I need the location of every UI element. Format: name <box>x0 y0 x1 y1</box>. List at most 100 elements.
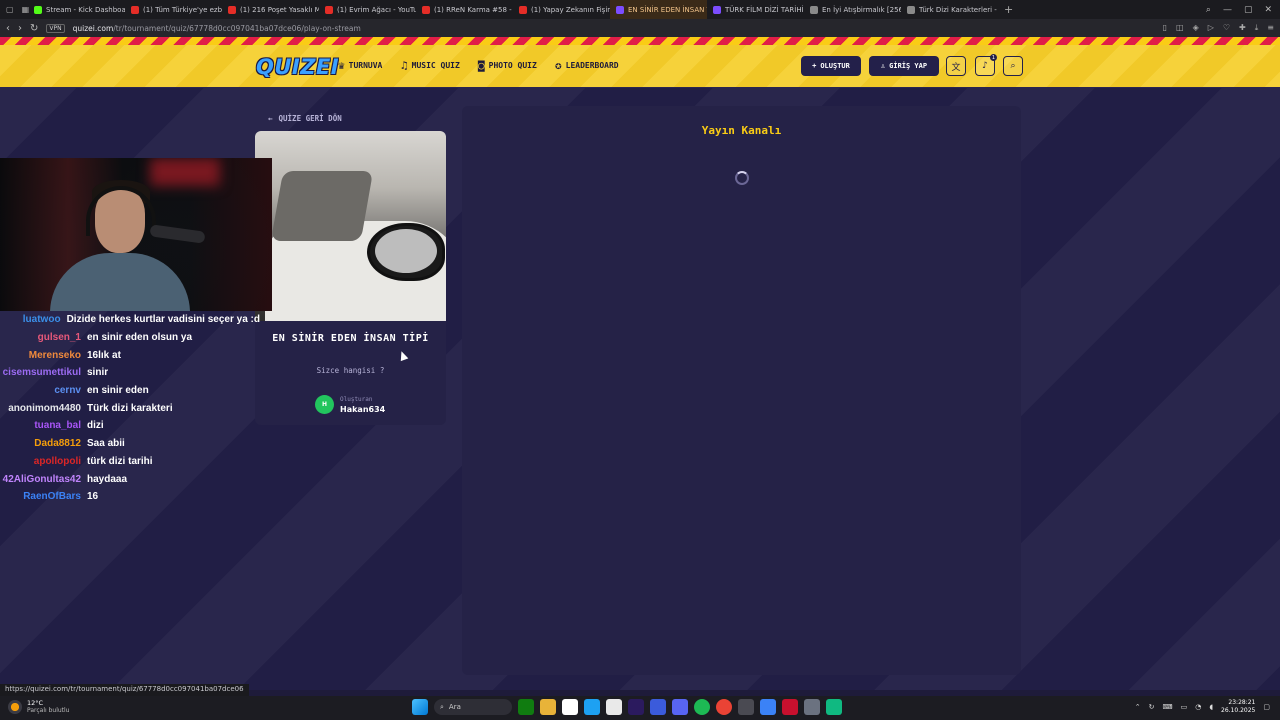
minimize-icon[interactable]: — <box>1223 5 1232 15</box>
spotify-icon[interactable] <box>694 699 710 715</box>
language-button[interactable]: 文 <box>946 56 966 76</box>
xbox-icon[interactable] <box>518 699 534 715</box>
browser-tab[interactable]: (1) Yapay Zekanın Fişini Ç <box>513 0 610 19</box>
creator-avatar: H <box>315 395 334 414</box>
trophy-icon: ♛ <box>338 59 345 72</box>
windows-start-icon[interactable] <box>412 699 428 715</box>
chat-message: apollopoli türk dizi tarihi <box>0 453 260 471</box>
panel-title: Yayın Kanalı <box>701 124 782 137</box>
tab-favicon-icon <box>422 5 430 14</box>
discord-icon[interactable] <box>672 699 688 715</box>
search-button[interactable]: ⌕ <box>1003 56 1023 76</box>
create-button[interactable]: + OLUŞTUR <box>801 56 861 76</box>
browser-tab[interactable]: Türk Dizi Karakterleri - Qu <box>901 0 998 19</box>
reload-icon[interactable]: ↻ <box>30 23 38 34</box>
edge-icon[interactable] <box>584 699 600 715</box>
status-link-preview: https://quizei.com/tr/tournament/quiz/67… <box>0 684 249 696</box>
calculator-icon[interactable] <box>760 699 776 715</box>
creator-label: Oluşturan <box>340 395 373 403</box>
new-tab-icon[interactable]: + <box>998 3 1019 16</box>
chevron-up-icon[interactable]: ⌃ <box>1135 703 1141 711</box>
tab-strip: Stream - Kick Dashboard (1) Tüm Türkiye'y… <box>28 0 998 19</box>
forward-arrow-icon[interactable]: › <box>18 23 22 34</box>
maximize-icon[interactable]: ▢ <box>1244 5 1253 15</box>
display-icon[interactable]: ▭ <box>1181 703 1188 711</box>
chat-text: türk dizi tarihi <box>87 455 153 467</box>
browser-tab[interactable]: (1) RReN Karma #58 - Yo <box>416 0 513 19</box>
nav-turnuva[interactable]: ♛ TURNUVA <box>338 59 382 72</box>
workspaces-icon[interactable]: ▢ <box>6 5 14 14</box>
opera-gx-icon[interactable] <box>782 699 798 715</box>
chat-username: luatwoo <box>22 314 61 326</box>
browser-tab[interactable]: (1) 216 Poşet Yasaklı Mad <box>222 0 319 19</box>
chat-username: apollopoli <box>33 455 81 467</box>
browser-tab[interactable]: (1) Evrim Ağacı - YouTube <box>319 0 416 19</box>
photos-icon[interactable] <box>606 699 622 715</box>
chat-message: RaenOfBars 16 <box>0 488 260 506</box>
taskbar-search[interactable]: ⌕ Ara <box>434 699 512 715</box>
nav-music-quiz[interactable]: ♫ MUSIC QUIZ <box>401 59 460 72</box>
back-to-quiz-link[interactable]: ← QUİZE GERİ DÖN <box>268 114 342 123</box>
chat-text: Türk dizi karakteri <box>87 402 173 414</box>
bell-icon: ♪ <box>982 61 988 71</box>
chrome-icon[interactable] <box>716 699 732 715</box>
browser-toolbar: ▯ ◫ ◈ ▷ ♡ ✚ ⤓ ≡ <box>1163 23 1274 33</box>
search-tabs-icon[interactable]: ⌕ <box>1206 5 1211 15</box>
obs-icon[interactable] <box>826 699 842 715</box>
notifications-button[interactable]: ♪ 1 <box>975 54 997 76</box>
browser-tab[interactable]: En İyi Atışbirmalık [256] - <box>804 0 901 19</box>
bookmark-icon[interactable]: ▯ <box>1163 23 1167 33</box>
site-logo[interactable]: QUIZEI <box>256 55 339 79</box>
premiere-icon[interactable] <box>628 699 644 715</box>
sync-icon[interactable]: ↻ <box>1149 703 1155 711</box>
browser-tab[interactable]: (1) Tüm Türkiye'ye ezber <box>125 0 222 19</box>
extensions-icon[interactable]: ✚ <box>1239 23 1246 33</box>
hazard-stripe <box>0 37 1280 45</box>
nav-photo-quiz[interactable]: ◙ PHOTO QUIZ <box>478 59 537 72</box>
tab-favicon-icon <box>325 5 333 14</box>
chat-message: 42AliGonultas42 haydaaa <box>0 470 260 488</box>
terminal-icon[interactable] <box>738 699 754 715</box>
clock[interactable]: 23:28:21 26.10.2025 <box>1221 699 1255 715</box>
chat-message: cisemsumettikul sinir <box>0 364 260 382</box>
volume-icon[interactable]: ◖ <box>1209 703 1213 711</box>
heart-icon[interactable]: ♡ <box>1223 23 1230 33</box>
file-explorer-icon[interactable] <box>540 699 556 715</box>
system-tray: ⌃ ↻ ⌨ ▭ ◔ ◖ 23:28:21 26.10.2025 ▢ <box>1135 699 1270 715</box>
weather-widget[interactable]: 12°C Parçalı bulutlu <box>8 699 69 714</box>
play-icon[interactable]: ▷ <box>1208 23 1214 33</box>
tab-favicon-icon <box>519 5 527 14</box>
download-icon[interactable]: ⤓ <box>1255 23 1259 33</box>
clock-time: 23:28:21 <box>1228 699 1256 706</box>
tab-label: TÜRK FİLM DİZİ TARİHİN <box>725 5 804 14</box>
close-icon[interactable]: ✕ <box>1264 5 1272 15</box>
app-icon[interactable] <box>650 699 666 715</box>
back-arrow-icon[interactable]: ‹ <box>6 23 10 34</box>
settings-icon[interactable] <box>804 699 820 715</box>
login-button[interactable]: ♙ GİRİŞ YAP <box>869 56 939 76</box>
nav-leaderboard[interactable]: ✪ LEADERBOARD <box>555 59 619 72</box>
chat-username: gulsen_1 <box>37 332 81 344</box>
browser-tab[interactable]: Stream - Kick Dashboard <box>28 0 125 19</box>
quiz-creator[interactable]: H Oluşturan Hakan634 <box>315 395 385 414</box>
browser-tab[interactable]: TÜRK FİLM DİZİ TARİHİN <box>707 0 804 19</box>
menu-icon[interactable]: ≡ <box>1267 23 1274 33</box>
weather-desc: Parçalı bulutlu <box>27 707 70 714</box>
browser-tab[interactable]: EN SİNİR EDEN İNSAN Tİ <box>610 0 707 19</box>
wifi-icon[interactable]: ◔ <box>1195 703 1201 711</box>
login-label: GİRİŞ YAP <box>889 62 928 70</box>
medal-icon: ✪ <box>555 59 562 72</box>
shield-icon[interactable]: ◈ <box>1193 23 1199 33</box>
camera-icon[interactable]: ◫ <box>1176 23 1184 33</box>
back-label: QUİZE GERİ DÖN <box>278 114 342 123</box>
url-field[interactable]: quizei.com/tr/tournament/quiz/67778d0cc0… <box>73 24 361 33</box>
keyboard-icon[interactable]: ⌨ <box>1162 703 1172 711</box>
tab-label: En İyi Atışbirmalık [256] - <box>822 5 901 14</box>
tab-label: (1) 216 Poşet Yasaklı Mad <box>240 5 319 14</box>
store-icon[interactable] <box>562 699 578 715</box>
notifications-icon[interactable]: ▢ <box>1263 703 1270 711</box>
chat-message: anonimom4480 Türk dizi karakteri <box>0 399 260 417</box>
translate-icon: 文 <box>951 62 961 73</box>
arrow-left-icon: ← <box>268 114 273 123</box>
vpn-badge[interactable]: VPN <box>46 23 65 33</box>
